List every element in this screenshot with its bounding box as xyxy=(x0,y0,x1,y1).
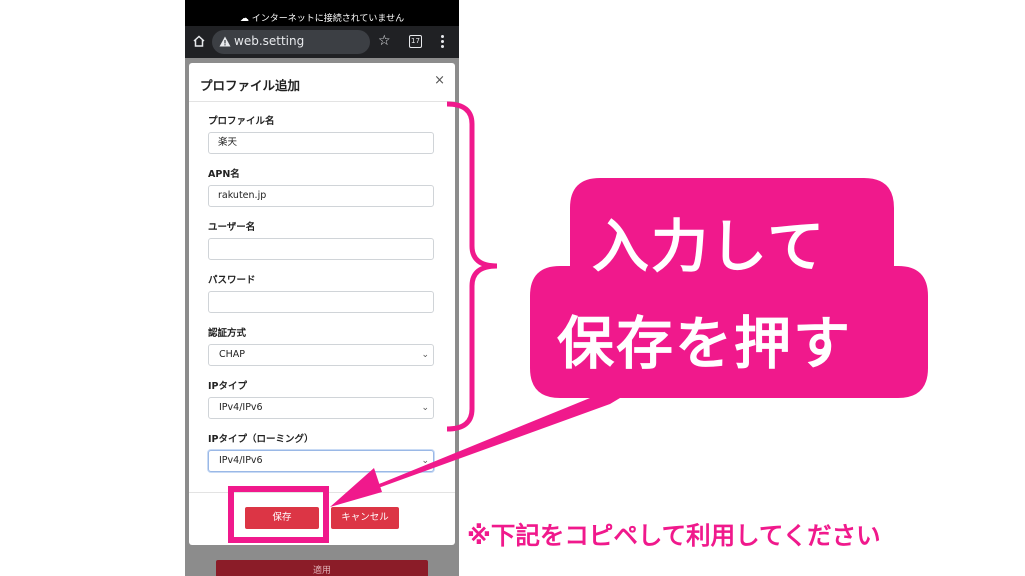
callout-line-2: 保存を押す xyxy=(557,311,852,377)
curly-brace xyxy=(446,101,498,432)
arrow-icon xyxy=(330,468,382,507)
callout-line-1: 入力して xyxy=(592,214,827,280)
footnote-text: ※下記をコピペして利用してください xyxy=(467,521,881,550)
save-highlight-box xyxy=(228,486,329,543)
annotation-overlay xyxy=(228,101,928,543)
